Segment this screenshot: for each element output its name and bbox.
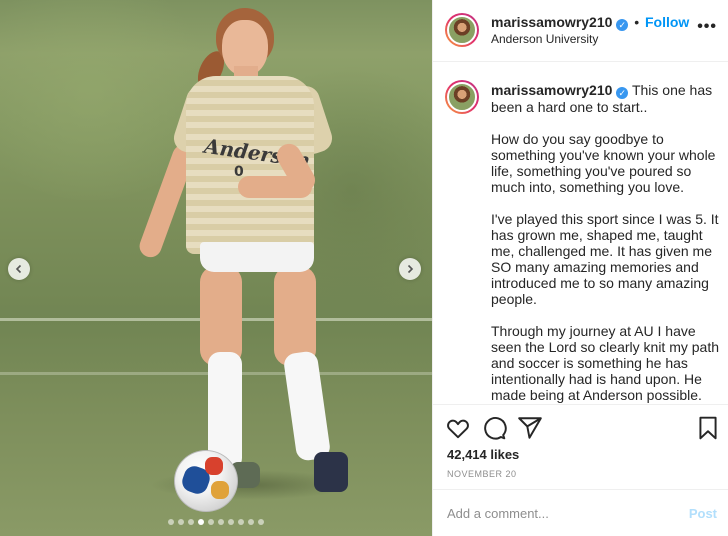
- post-actions: 42,414 likes NOVEMBER 20: [433, 404, 728, 488]
- player-right-forearm: [238, 176, 312, 198]
- carousel-dot: [178, 519, 184, 525]
- caption-area: marissamowry210 ✓ This one has been a ha…: [433, 62, 728, 404]
- chevron-right-icon: [407, 264, 414, 274]
- caption-paragraph: I've played this sport since I was 5. It…: [491, 211, 719, 307]
- post-date[interactable]: NOVEMBER 20: [447, 469, 517, 479]
- player-shorts: [200, 242, 314, 272]
- location-link[interactable]: Anderson University: [491, 32, 598, 46]
- carousel-next-button[interactable]: [399, 258, 421, 280]
- like-button[interactable]: [445, 415, 471, 441]
- caption-paragraph: Through my journey at AU I have seen the…: [491, 323, 720, 404]
- likes-count[interactable]: 42,414 likes: [447, 447, 519, 462]
- more-options-icon[interactable]: •••: [697, 18, 717, 36]
- bookmark-icon: [699, 416, 717, 440]
- caption-username-link[interactable]: marissamowry210: [491, 82, 612, 98]
- comment-button[interactable]: [481, 415, 507, 441]
- carousel-dot: [248, 519, 254, 525]
- caption-text: marissamowry210 ✓ This one has been a ha…: [491, 82, 723, 404]
- post-photo[interactable]: Anderson 0: [0, 0, 432, 536]
- carousel-prev-button[interactable]: [8, 258, 30, 280]
- carousel-dot: [218, 519, 224, 525]
- post-header: marissamowry210 ✓ • Follow Anderson Univ…: [433, 0, 728, 62]
- carousel-dots: [0, 519, 432, 525]
- comment-box: Add a comment... Post: [433, 489, 728, 536]
- avatar[interactable]: [445, 13, 479, 47]
- post-comment-button[interactable]: Post: [689, 506, 717, 521]
- follow-button[interactable]: Follow: [645, 14, 689, 30]
- username-link[interactable]: marissamowry210: [491, 14, 612, 30]
- chevron-left-icon: [15, 264, 22, 274]
- comment-icon: [484, 417, 507, 440]
- carousel-dot: [208, 519, 214, 525]
- header-user-row: marissamowry210 ✓ • Follow: [491, 14, 689, 31]
- post-side-panel: marissamowry210 ✓ • Follow Anderson Univ…: [432, 0, 728, 536]
- player-right-cleat: [314, 452, 348, 492]
- share-button[interactable]: [517, 415, 543, 441]
- carousel-dot: [228, 519, 234, 525]
- carousel-dot: [238, 519, 244, 525]
- soccer-ball: [174, 450, 238, 512]
- player-left-leg: [200, 266, 242, 366]
- verified-badge-icon: ✓: [616, 19, 629, 31]
- separator-dot: •: [634, 14, 640, 30]
- carousel-dot: [168, 519, 174, 525]
- heart-icon: [447, 419, 469, 439]
- save-button[interactable]: [695, 415, 721, 441]
- carousel-dot: [188, 519, 194, 525]
- player-right-sock: [282, 350, 332, 462]
- comment-input[interactable]: Add a comment...: [447, 506, 549, 521]
- share-icon: [518, 417, 542, 439]
- player-right-leg: [274, 266, 316, 366]
- caption-paragraph: How do you say goodbye to something you'…: [491, 131, 716, 195]
- carousel-dot: [258, 519, 264, 525]
- caption-paragraph: marissamowry210 ✓ This one has been a ha…: [491, 82, 723, 115]
- verified-badge-icon: ✓: [616, 87, 629, 99]
- avatar[interactable]: [445, 80, 479, 114]
- carousel-dot: [198, 519, 204, 525]
